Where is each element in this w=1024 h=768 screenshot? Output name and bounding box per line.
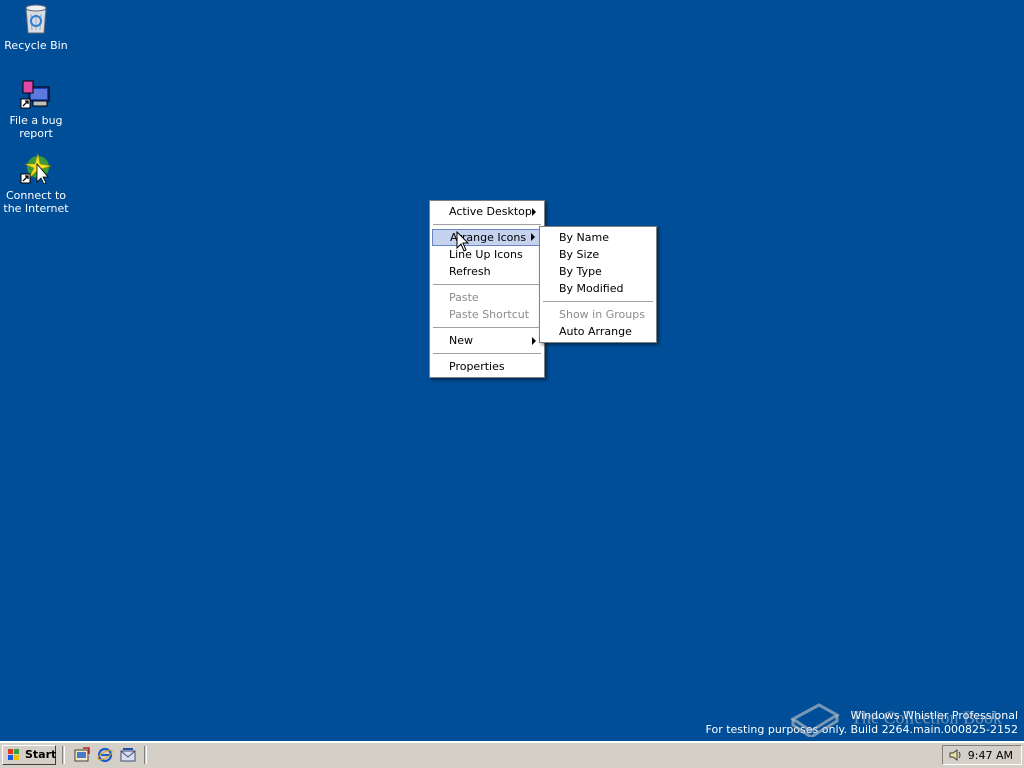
menu-item-refresh[interactable]: Refresh (432, 263, 542, 280)
menu-item-label: Properties (449, 360, 505, 373)
start-label: Start (25, 748, 57, 761)
start-button[interactable]: Start (2, 745, 56, 765)
submenu-item-by-modified[interactable]: By Modified (542, 280, 654, 297)
menu-item-label: By Size (559, 248, 600, 261)
menu-item-line-up-icons[interactable]: Line Up Icons (432, 246, 542, 263)
menu-separator (433, 327, 541, 328)
menu-separator (433, 353, 541, 354)
menu-item-label: By Type (559, 265, 602, 278)
arrange-icons-submenu: By Name By Size By Type By Modified Show… (539, 226, 657, 343)
menu-separator (543, 301, 653, 302)
submenu-arrow-icon (532, 208, 536, 216)
menu-item-arrange-icons[interactable]: Arrange Icons (432, 229, 542, 246)
quick-launch-divider (62, 746, 65, 764)
menu-item-label: By Modified (559, 282, 624, 295)
desktop-icon-recycle-bin[interactable]: Recycle Bin (0, 2, 72, 52)
submenu-arrow-icon (532, 337, 536, 345)
menu-item-label: Paste (449, 291, 479, 304)
menu-item-new[interactable]: New (432, 332, 542, 349)
submenu-arrow-icon (531, 233, 535, 241)
submenu-item-show-in-groups: Show in Groups (542, 306, 654, 323)
menu-separator (433, 284, 541, 285)
desktop-icon-connect-internet[interactable]: Connect to the Internet (0, 152, 72, 215)
clock[interactable]: 9:47 AM (968, 749, 1013, 762)
windows-flag-icon (7, 749, 21, 761)
menu-item-paste: Paste (432, 289, 542, 306)
outlook-express-icon[interactable] (120, 747, 136, 763)
menu-item-active-desktop[interactable]: Active Desktop (432, 203, 542, 220)
menu-item-label: By Name (559, 231, 610, 244)
recycle-bin-icon (19, 2, 53, 36)
menu-item-label: Refresh (449, 265, 491, 278)
menu-item-paste-shortcut: Paste Shortcut (432, 306, 542, 323)
collection-book-text: The Collection Book (851, 707, 1002, 728)
menu-item-label: New (449, 334, 473, 347)
menu-separator (433, 224, 541, 225)
internet-connect-shortcut-icon (19, 152, 53, 186)
menu-item-label: Active Desktop (449, 205, 532, 218)
show-desktop-icon[interactable] (74, 747, 90, 763)
submenu-item-auto-arrange[interactable]: Auto Arrange (542, 323, 654, 340)
bug-report-shortcut-icon (19, 77, 53, 111)
volume-icon[interactable] (949, 748, 963, 762)
mouse-cursor-icon (456, 230, 470, 253)
submenu-item-by-type[interactable]: By Type (542, 263, 654, 280)
submenu-item-by-name[interactable]: By Name (542, 229, 654, 246)
file-bug-label: File a bug report (9, 114, 63, 140)
quick-launch-divider (144, 746, 147, 764)
desktop-context-menu: Active Desktop Arrange Icons Line Up Ico… (429, 200, 545, 378)
recycle-bin-label: Recycle Bin (4, 39, 68, 52)
internet-explorer-icon[interactable] (97, 747, 113, 763)
book-logo-icon (789, 697, 841, 742)
collection-book-overlay: The Collection Book (789, 697, 1002, 742)
submenu-item-by-size[interactable]: By Size (542, 246, 654, 263)
menu-item-label: Show in Groups (559, 308, 645, 321)
menu-item-label: Paste Shortcut (449, 308, 530, 321)
menu-item-label: Auto Arrange (559, 325, 632, 338)
system-tray: 9:47 AM (942, 745, 1022, 765)
desktop-icon-file-bug[interactable]: File a bug report (0, 77, 72, 140)
menu-item-properties[interactable]: Properties (432, 358, 542, 375)
connect-internet-label: Connect to the Internet (3, 189, 69, 215)
taskbar: Start 9:47 AM (0, 741, 1024, 768)
